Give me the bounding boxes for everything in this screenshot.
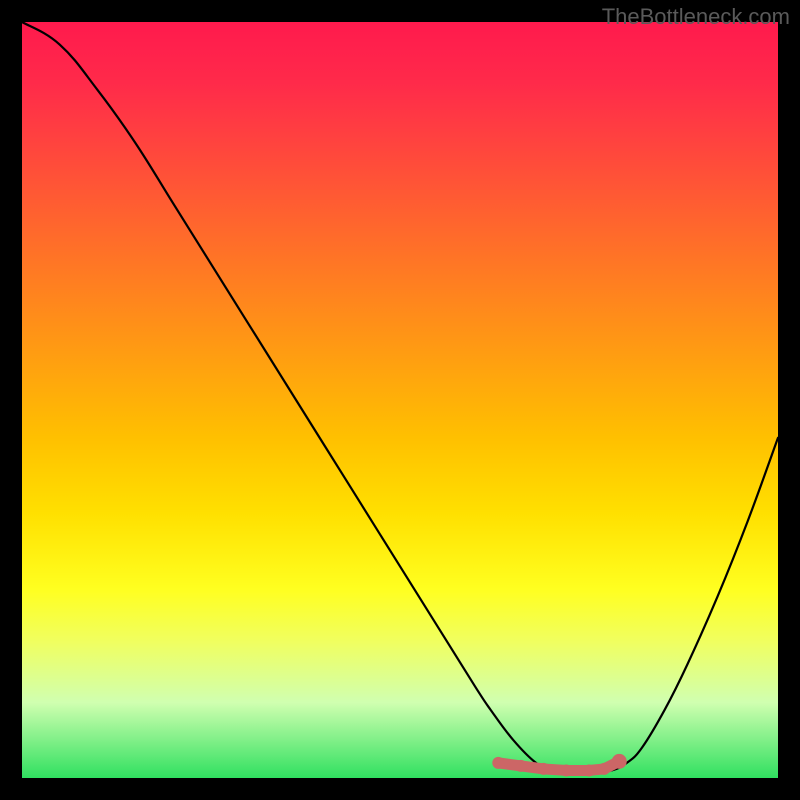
optimal-marker-dot: [492, 757, 504, 769]
optimal-marker-dot: [612, 754, 627, 769]
watermark-text: TheBottleneck.com: [602, 4, 790, 30]
marker-layer: [22, 22, 778, 778]
optimal-marker-dot: [515, 760, 527, 772]
chart-container: TheBottleneck.com: [0, 0, 800, 800]
optimal-range-markers: [492, 754, 626, 777]
optimal-marker-dot: [583, 764, 595, 776]
optimal-marker-dot: [598, 763, 610, 775]
optimal-marker-dot: [560, 764, 572, 776]
plot-area: [22, 22, 778, 778]
optimal-marker-dot: [538, 763, 550, 775]
